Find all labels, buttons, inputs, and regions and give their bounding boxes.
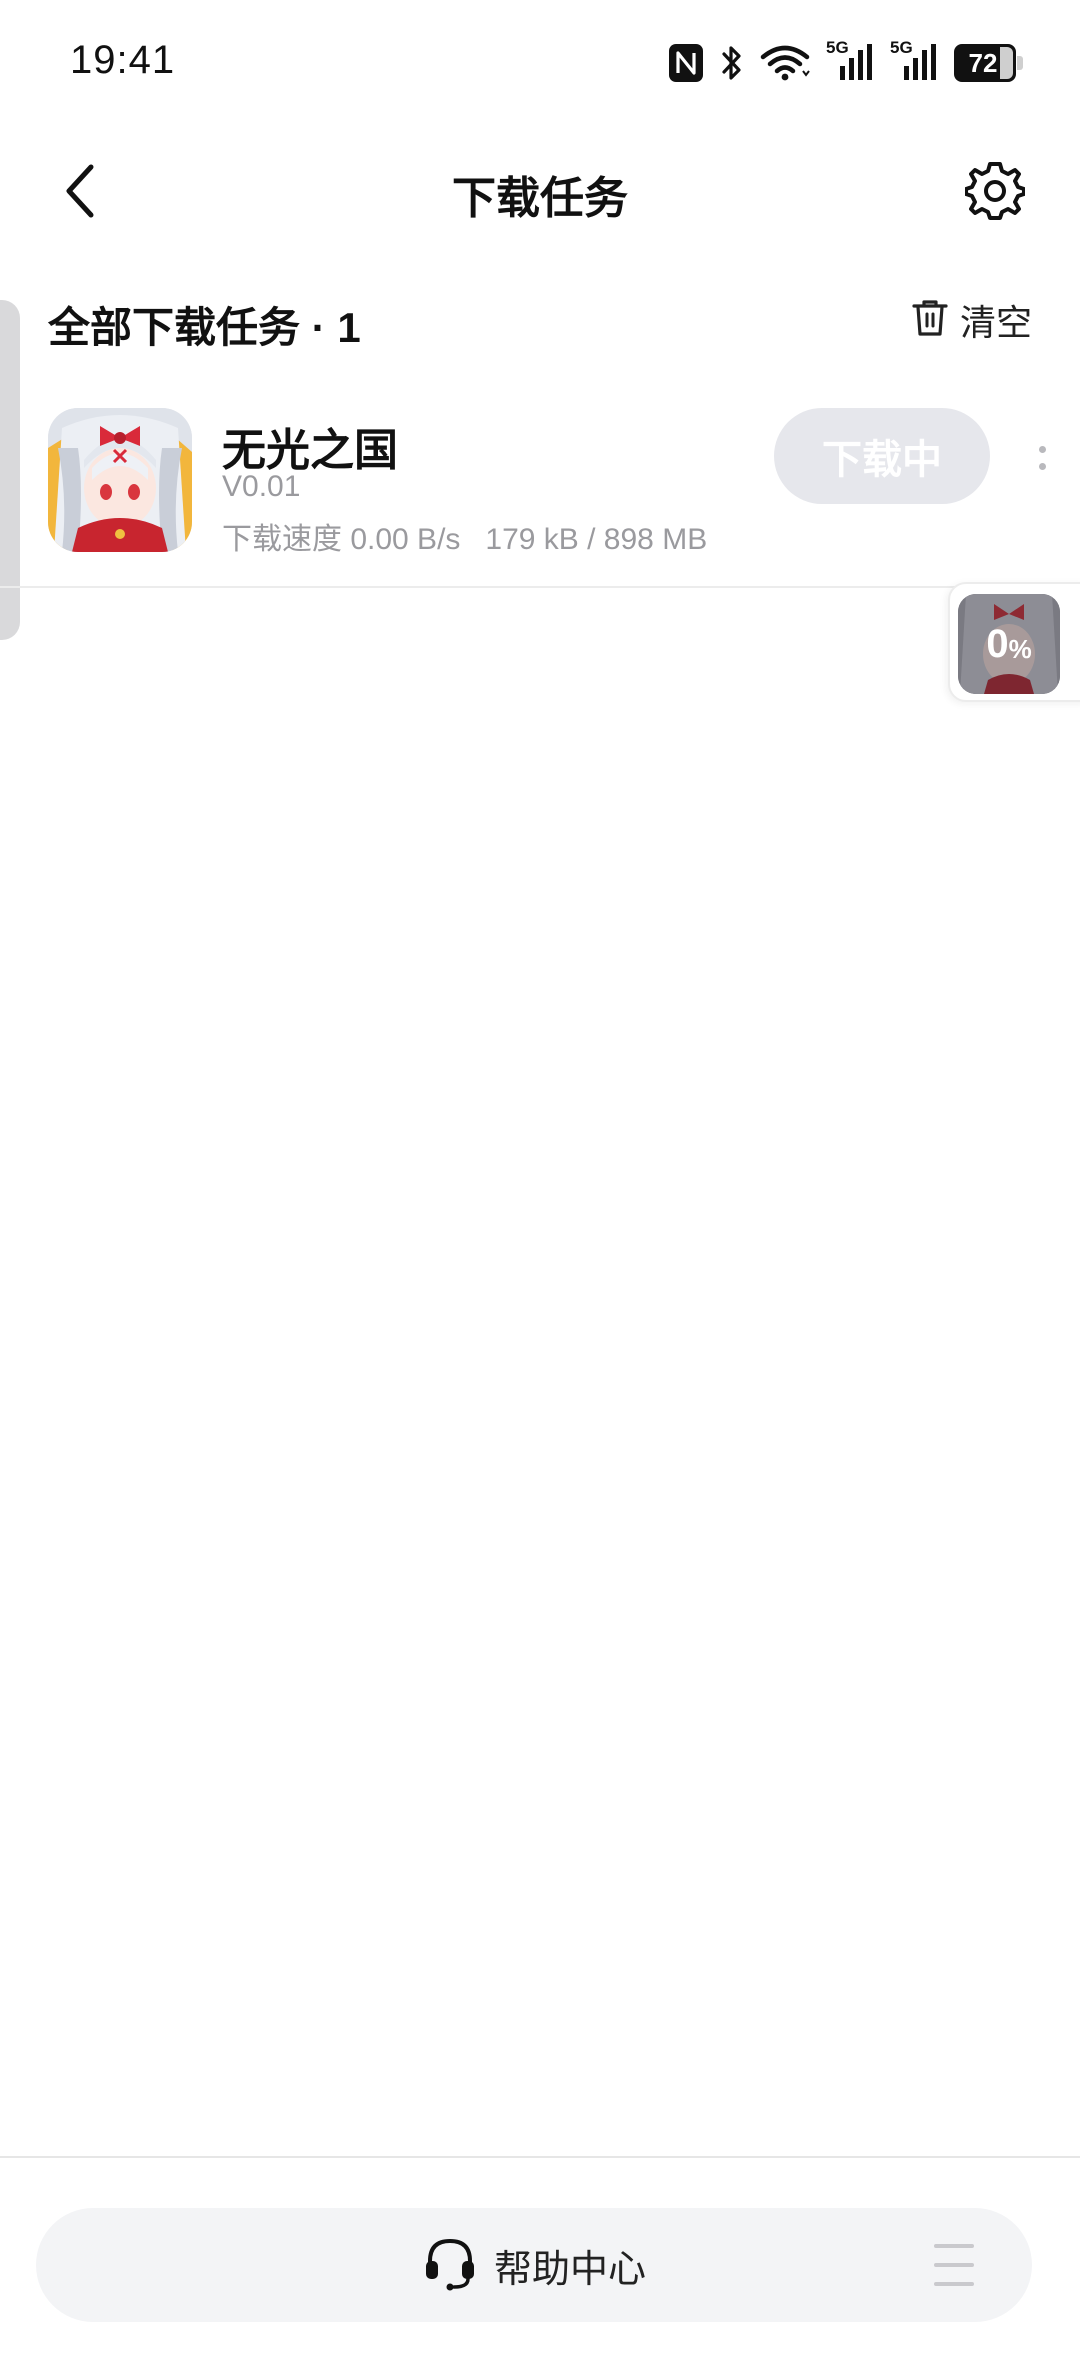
help-bar: 帮助中心 [36,2208,1032,2322]
downloading-button[interactable]: 下载中 [774,408,990,504]
battery-level: 72 [968,48,998,78]
headset-icon [422,2235,478,2296]
app-icon [48,408,192,552]
battery-icon: 72 [954,44,1024,82]
progress-value: 0 [986,621,1009,666]
top-app-bar: 下载任务 [0,140,1080,240]
clear-all-button[interactable]: 清空 [912,294,1032,346]
download-meta: 下载速度 0.00 B/s 179 kB / 898 MB [222,523,708,556]
signal-5g-icon: 5G [826,38,874,84]
section-title: 全部下载任务 · 1 [48,304,361,351]
signal-5g-icon: 5G [890,38,938,84]
section-header: 全部下载任务 · 1 清空 [48,290,1032,351]
floating-download-widget[interactable]: 0 % [948,582,1080,702]
more-options-button[interactable] [1028,430,1056,486]
menu-line [934,2263,974,2267]
more-dot [1038,446,1046,453]
app-name: 无光之国 [222,426,398,475]
menu-button[interactable] [934,2244,974,2286]
download-task-item[interactable]: 无光之国 V0.01 下载速度 0.00 B/s 179 kB / 898 MB… [0,386,1080,588]
menu-line [934,2244,974,2248]
trash-icon [912,298,948,343]
status-time: 19:41 [70,38,176,82]
bluetooth-icon [720,43,744,83]
more-dot [1038,463,1046,470]
progress-unit: % [1008,633,1032,664]
app-version: V0.01 [222,470,301,503]
gear-icon [964,161,1026,226]
wifi-icon [760,43,810,83]
help-center-label: 帮助中心 [493,2248,646,2291]
status-bar: 19:41 5G 5G 72 [0,0,1080,120]
bottom-divider [0,2156,1080,2158]
floating-progress-text: 0 % [958,594,1060,694]
settings-button[interactable] [962,160,1028,226]
page-title: 下载任务 [452,174,628,223]
nfc-icon [668,43,704,83]
status-icons: 5G 5G 72 [668,38,1024,86]
help-center-button[interactable]: 帮助中心 [36,2208,1032,2322]
menu-line [934,2282,974,2286]
clear-all-label: 清空 [959,302,1032,343]
